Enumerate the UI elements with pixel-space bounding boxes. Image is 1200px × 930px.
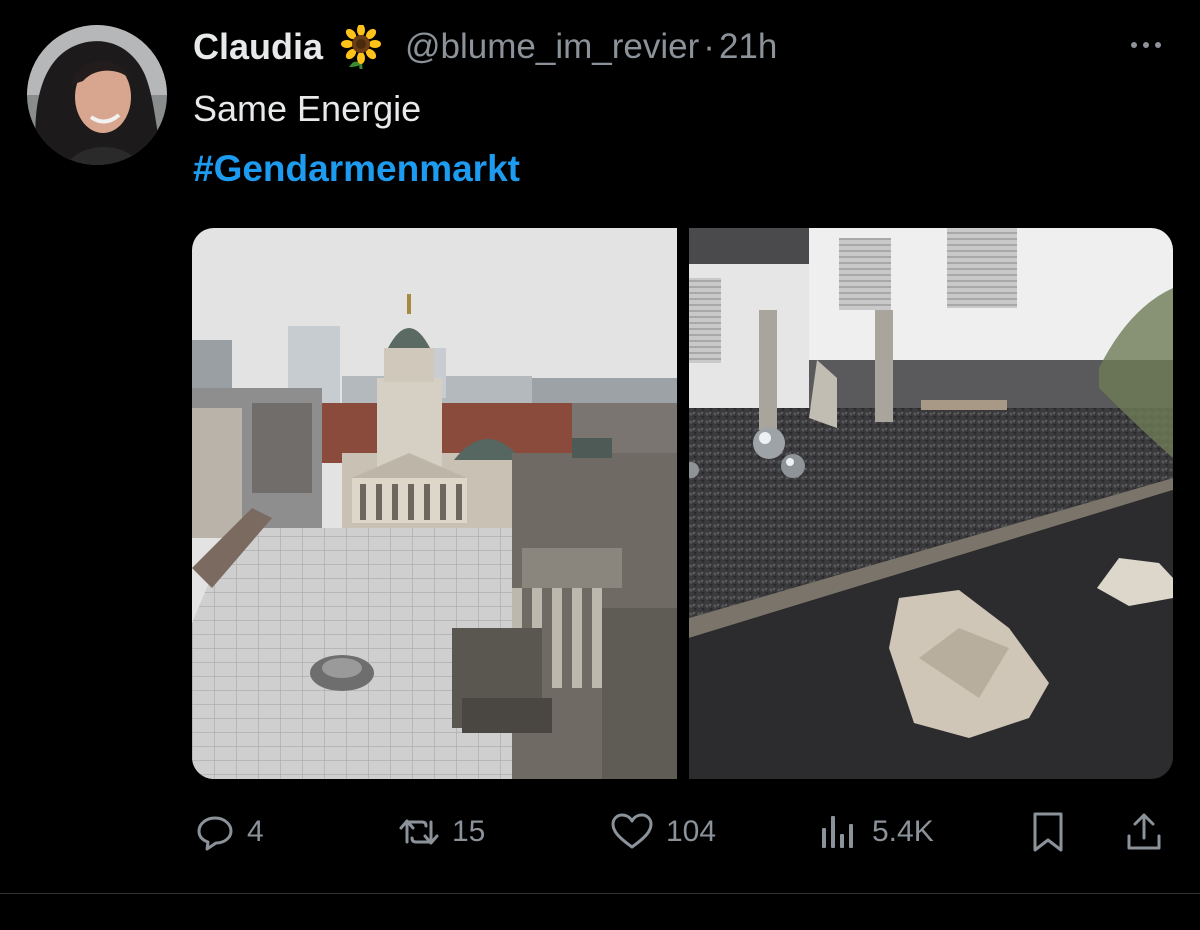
media-grid xyxy=(192,228,1173,779)
tweet-header: Claudia @blume_im_revier · 21h xyxy=(193,22,777,72)
repost-count: 15 xyxy=(452,815,486,848)
like-button[interactable]: 104 xyxy=(610,800,716,864)
action-bar: 4 15 104 5.4K xyxy=(0,800,1200,864)
reply-count: 4 xyxy=(247,815,264,848)
display-name[interactable]: Claudia xyxy=(193,26,323,68)
gravel-garden-photo[interactable] xyxy=(689,228,1173,779)
more-icon[interactable] xyxy=(1122,30,1170,60)
share-button[interactable] xyxy=(1124,800,1164,864)
user-handle[interactable]: @blume_im_revier xyxy=(405,27,699,67)
sunflower-emoji-icon xyxy=(339,24,383,70)
share-icon xyxy=(1127,813,1161,850)
timestamp[interactable]: 21h xyxy=(719,27,777,67)
gendarmenmarkt-photo[interactable] xyxy=(192,228,677,779)
reply-icon xyxy=(197,816,233,851)
repost-icon xyxy=(399,819,439,845)
view-count: 5.4K xyxy=(872,815,934,848)
like-icon xyxy=(611,813,653,849)
hashtag-link[interactable]: #Gendarmenmarkt xyxy=(193,148,520,190)
bottom-divider xyxy=(0,893,1200,894)
reply-button[interactable]: 4 xyxy=(195,800,264,864)
bookmark-button[interactable] xyxy=(1028,800,1068,864)
views-icon xyxy=(822,816,853,848)
like-count: 104 xyxy=(666,815,717,848)
views-button[interactable]: 5.4K xyxy=(818,800,934,864)
bookmark-icon xyxy=(1033,812,1063,852)
separator-dot: · xyxy=(703,27,715,66)
repost-button[interactable]: 15 xyxy=(398,800,485,864)
tweet-text: Same Energie xyxy=(193,88,422,129)
avatar[interactable] xyxy=(27,25,167,165)
